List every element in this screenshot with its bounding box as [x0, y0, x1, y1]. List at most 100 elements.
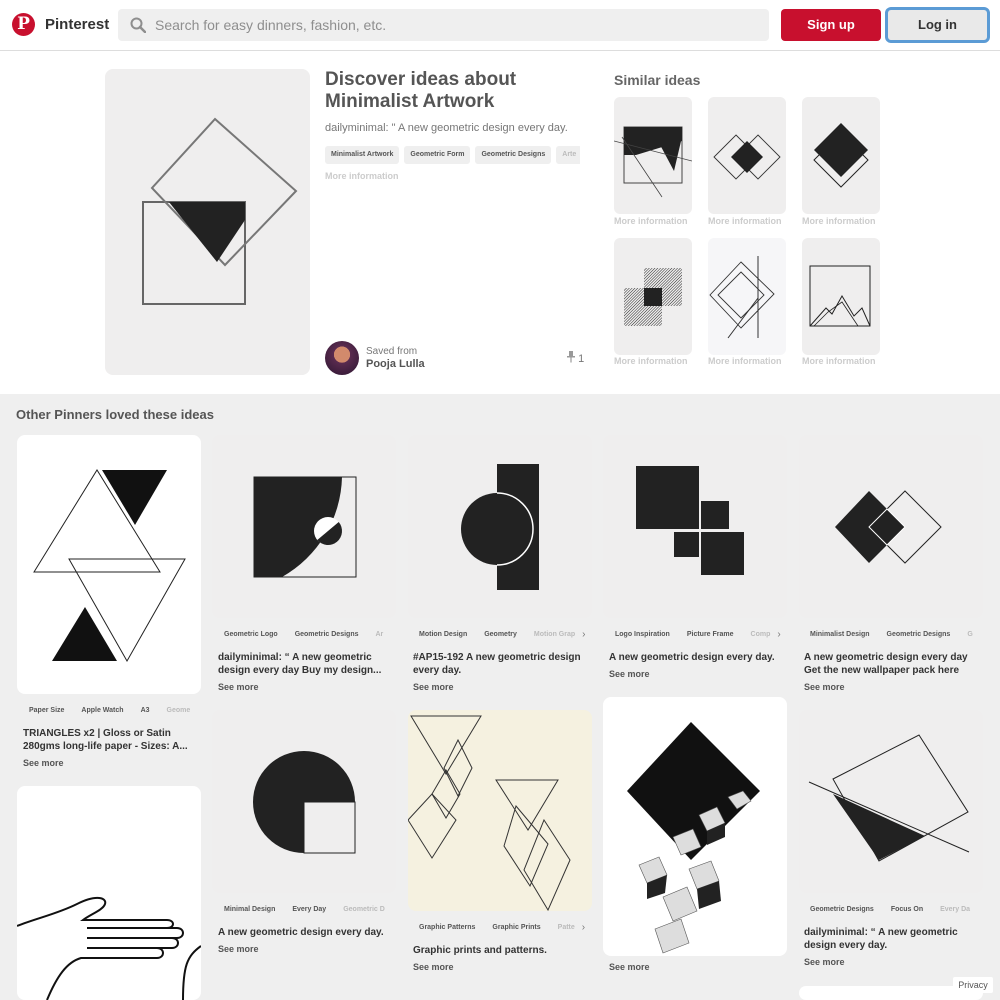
saved-from-name[interactable]: Pooja Lulla [366, 358, 425, 370]
more-information-link[interactable]: More information [802, 216, 876, 226]
chevron-right-icon[interactable]: › [777, 626, 780, 644]
pin-card-image[interactable] [212, 435, 396, 618]
tag-chip[interactable]: G [961, 626, 976, 644]
avatar[interactable] [325, 341, 359, 375]
more-information-link[interactable]: More information [614, 216, 688, 226]
see-more-link[interactable]: See more [804, 957, 845, 967]
tag-chip[interactable]: Geome [160, 702, 195, 720]
tag-chip[interactable]: Every Day [286, 901, 333, 919]
card-title[interactable]: A new geometric design every day Get the… [804, 651, 976, 677]
pin-card-image[interactable] [17, 786, 201, 1000]
tag-chip[interactable]: Geometric Designs [880, 626, 957, 644]
tag-chip[interactable]: Geometric Designs [475, 146, 552, 164]
more-information-link[interactable]: More information [614, 356, 688, 366]
pinterest-logo-icon[interactable]: P [12, 13, 35, 36]
chevron-right-icon[interactable]: › [582, 626, 585, 644]
tag-chip[interactable]: Geometry [478, 626, 523, 644]
pin-card-image[interactable] [799, 710, 983, 893]
card-title[interactable]: #AP15-192 A new geometric design every d… [413, 651, 585, 677]
login-button[interactable]: Log in [885, 7, 990, 43]
tag-chip[interactable]: Picture Frame [680, 626, 740, 644]
see-more-link[interactable]: See more [413, 682, 454, 692]
top-header: P Pinterest Search for easy dinners, fas… [0, 0, 1000, 51]
card-tag-row: Minimalist Design Geometric Designs G [804, 626, 976, 644]
tag-chip[interactable]: Focus On [884, 901, 930, 919]
privacy-link[interactable]: Privacy [953, 977, 993, 993]
tag-chip[interactable]: Logo Inspiration [609, 626, 676, 644]
see-more-link[interactable]: See more [609, 962, 650, 972]
see-more-link[interactable]: See more [609, 669, 650, 679]
more-information-link[interactable]: More information [708, 356, 782, 366]
more-information-link[interactable]: More information [708, 216, 782, 226]
tag-chip[interactable]: Ar [369, 626, 390, 644]
tag-chip[interactable]: Motion Design [413, 626, 474, 644]
pin-card-image[interactable] [17, 435, 201, 694]
tag-chip[interactable]: Motion Grap [527, 626, 582, 644]
search-input[interactable]: Search for easy dinners, fashion, etc. [155, 17, 386, 33]
similar-idea-card[interactable] [802, 238, 880, 355]
more-information-link[interactable]: More information [325, 171, 399, 181]
similar-idea-card[interactable] [708, 97, 786, 214]
geometric-artwork [142, 117, 298, 305]
pin-card-image[interactable] [408, 435, 592, 618]
card-title[interactable]: Graphic prints and patterns. [413, 944, 585, 957]
similar-idea-card[interactable] [613, 97, 693, 214]
card-tag-row: Logo Inspiration Picture Frame Comp › [609, 626, 781, 644]
tag-chip[interactable]: Apple Watch [75, 702, 130, 720]
pin-card-image[interactable] [603, 435, 787, 618]
tag-chip[interactable]: Minimalist Artwork [325, 146, 400, 164]
card-title[interactable]: A new geometric design every day. [609, 651, 781, 664]
pushpin-icon [567, 351, 575, 363]
see-more-link[interactable]: See more [804, 682, 845, 692]
see-more-link[interactable]: See more [23, 758, 64, 768]
card-tag-row: Paper Size Apple Watch A3 Geome [23, 702, 195, 720]
card-tag-row: Graphic Patterns Graphic Prints Patte › [413, 919, 585, 937]
card-title[interactable]: dailyminimal: “ A new geometric design e… [804, 926, 976, 952]
tag-chip[interactable]: Patte [551, 919, 581, 937]
card-tag-row: Geometric Designs Focus On Every Da [804, 901, 976, 919]
card-title[interactable]: dailyminimal: “ A new geometric design e… [218, 651, 390, 677]
pin-card-image[interactable] [408, 710, 592, 911]
similar-idea-card[interactable] [708, 238, 786, 355]
search-icon [130, 17, 146, 33]
similar-ideas-title: Similar ideas [614, 72, 701, 88]
tag-chip[interactable]: Geometric Logo [218, 626, 284, 644]
pin-card-image[interactable] [603, 697, 787, 956]
card-title[interactable]: TRIANGLES x2 | Gloss or Satin 280gms lon… [23, 727, 195, 753]
see-more-link[interactable]: See more [413, 962, 454, 972]
other-pinners-title: Other Pinners loved these ideas [16, 407, 214, 422]
pin-title: Discover ideas about Minimalist Artwork [325, 69, 517, 112]
pin-image[interactable] [105, 69, 310, 375]
pin-card-image[interactable] [212, 710, 396, 893]
search-bar[interactable]: Search for easy dinners, fashion, etc. [118, 9, 769, 41]
tag-chip[interactable]: A3 [134, 702, 156, 720]
tag-chip[interactable]: Minimal Design [218, 901, 282, 919]
tag-chip[interactable]: Arte [556, 146, 580, 164]
see-more-link[interactable]: See more [218, 944, 259, 954]
similar-idea-card[interactable] [802, 97, 880, 214]
tag-chip[interactable]: Minimalist Design [804, 626, 876, 644]
card-tag-row: Minimal DesignEvery DayGeometric D› [218, 901, 390, 919]
pin-card-image[interactable] [799, 435, 983, 618]
pin-tag-row: Minimalist Artwork Geometric Form Geometri… [325, 146, 580, 164]
chevron-right-icon[interactable]: › [582, 919, 585, 937]
more-information-link[interactable]: More information [802, 356, 876, 366]
tag-chip[interactable]: Geometric D [337, 901, 390, 919]
tag-chip[interactable]: Paper Size [23, 702, 71, 720]
similar-idea-card[interactable] [614, 238, 692, 355]
saved-from-label: Saved from [366, 346, 418, 357]
card-title[interactable]: A new geometric design every day. [218, 926, 390, 939]
brand-name[interactable]: Pinterest [45, 16, 109, 33]
tag-chip[interactable]: Graphic Patterns [413, 919, 482, 937]
repin-count: 1 [567, 351, 584, 365]
tag-chip[interactable]: Comp [744, 626, 777, 644]
signup-button[interactable]: Sign up [781, 9, 881, 41]
see-more-link[interactable]: See more [218, 682, 259, 692]
tag-chip[interactable]: Graphic Prints [486, 919, 547, 937]
card-tag-row: Geometric LogoGeometric DesignsAr› [218, 626, 390, 644]
tag-chip[interactable]: Geometric Designs [804, 901, 880, 919]
tag-chip[interactable]: Every Da [934, 901, 976, 919]
pin-description: dailyminimal: " A new geometric design e… [325, 122, 568, 134]
tag-chip[interactable]: Geometric Designs [288, 626, 365, 644]
tag-chip[interactable]: Geometric Form [404, 146, 471, 164]
